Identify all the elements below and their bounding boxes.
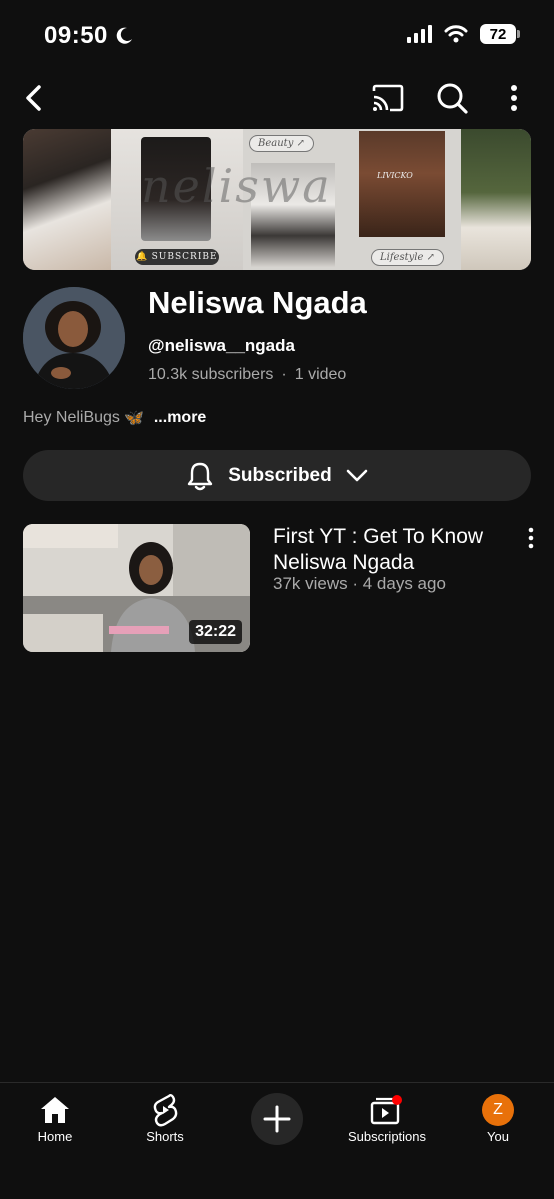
create-button[interactable] <box>251 1093 303 1145</box>
back-arrow-icon[interactable] <box>20 82 50 114</box>
status-icons: 72 <box>407 24 520 44</box>
app-header <box>0 74 554 122</box>
subscriber-count: 10.3k subscribers <box>148 366 274 383</box>
bell-small-icon: 🔔 <box>136 252 149 262</box>
channel-handle: @neliswa__ngada <box>148 336 295 355</box>
video-duration: 32:22 <box>189 620 242 644</box>
wifi-icon <box>444 25 468 43</box>
video-more-icon[interactable] <box>523 526 539 550</box>
video-count: 1 video <box>294 366 347 383</box>
nav-you-label: You <box>487 1129 509 1144</box>
channel-bio[interactable]: Hey NeliBugs 🦋 ...more <box>23 408 206 428</box>
bell-icon <box>188 462 213 490</box>
subscribed-label: Subscribed <box>228 464 332 486</box>
status-time: 09:50 <box>44 22 134 50</box>
meta-separator: · <box>281 366 287 383</box>
bottom-navigation: Home Shorts Subscriptions Z You <box>0 1082 554 1199</box>
cast-icon[interactable] <box>370 82 406 114</box>
video-list-item[interactable]: 32:22 First YT : Get To Know Neliswa Nga… <box>23 524 543 654</box>
plus-icon <box>263 1105 291 1133</box>
notification-dot <box>392 1095 402 1105</box>
more-options-icon[interactable] <box>500 82 528 114</box>
banner-lifestyle-chip: Lifestyle ↗ <box>371 249 444 266</box>
you-avatar: Z <box>482 1094 514 1126</box>
avatar-portrait <box>23 287 125 389</box>
banner-beauty-chip: Beauty ↗ <box>249 135 314 152</box>
nav-shorts[interactable]: Shorts <box>110 1093 220 1144</box>
nav-you[interactable]: Z You <box>443 1093 553 1144</box>
battery-level: 72 <box>489 25 507 43</box>
channel-name: Neliswa Ngada <box>148 285 367 320</box>
chevron-down-icon <box>346 469 368 481</box>
signal-icon <box>407 25 432 43</box>
time-text: 09:50 <box>44 22 108 49</box>
nav-shorts-label: Shorts <box>146 1129 184 1144</box>
bio-more-link[interactable]: ...more <box>154 409 206 427</box>
home-icon <box>41 1097 69 1123</box>
bio-text: Hey NeliBugs <box>23 409 120 426</box>
subscribed-button[interactable]: Subscribed <box>23 450 531 501</box>
search-icon[interactable] <box>434 80 470 116</box>
nav-subscriptions-label: Subscriptions <box>347 1129 427 1144</box>
banner-subscribe-text: SUBSCRIBE <box>151 252 218 262</box>
video-meta: 37k views · 4 days ago <box>273 574 446 593</box>
banner-script-text: neliswa <box>141 159 332 213</box>
banner-subscribe-badge: 🔔 SUBSCRIBE <box>135 249 219 265</box>
moon-icon <box>116 27 132 44</box>
butterfly-icon: 🦋 <box>123 410 144 427</box>
video-thumbnail[interactable]: 32:22 <box>23 524 250 652</box>
channel-avatar[interactable] <box>23 287 125 389</box>
nav-home-label: Home <box>37 1129 73 1144</box>
channel-meta: 10.3k subscribers · 1 video <box>148 366 346 384</box>
nav-subscriptions[interactable]: Subscriptions <box>332 1093 442 1144</box>
battery-icon: 72 <box>480 24 520 44</box>
channel-banner: neliswa Beauty ↗ Lifestyle ↗ LIVICKO 🔔 S… <box>23 129 531 270</box>
video-title[interactable]: First YT : Get To Know Neliswa Ngada <box>273 524 513 576</box>
status-bar: 09:50 72 <box>0 0 554 70</box>
shorts-icon <box>153 1094 178 1127</box>
subscriptions-icon <box>370 1095 402 1125</box>
banner-brand-text: LIVICKO <box>377 171 413 180</box>
nav-home[interactable]: Home <box>0 1093 110 1144</box>
